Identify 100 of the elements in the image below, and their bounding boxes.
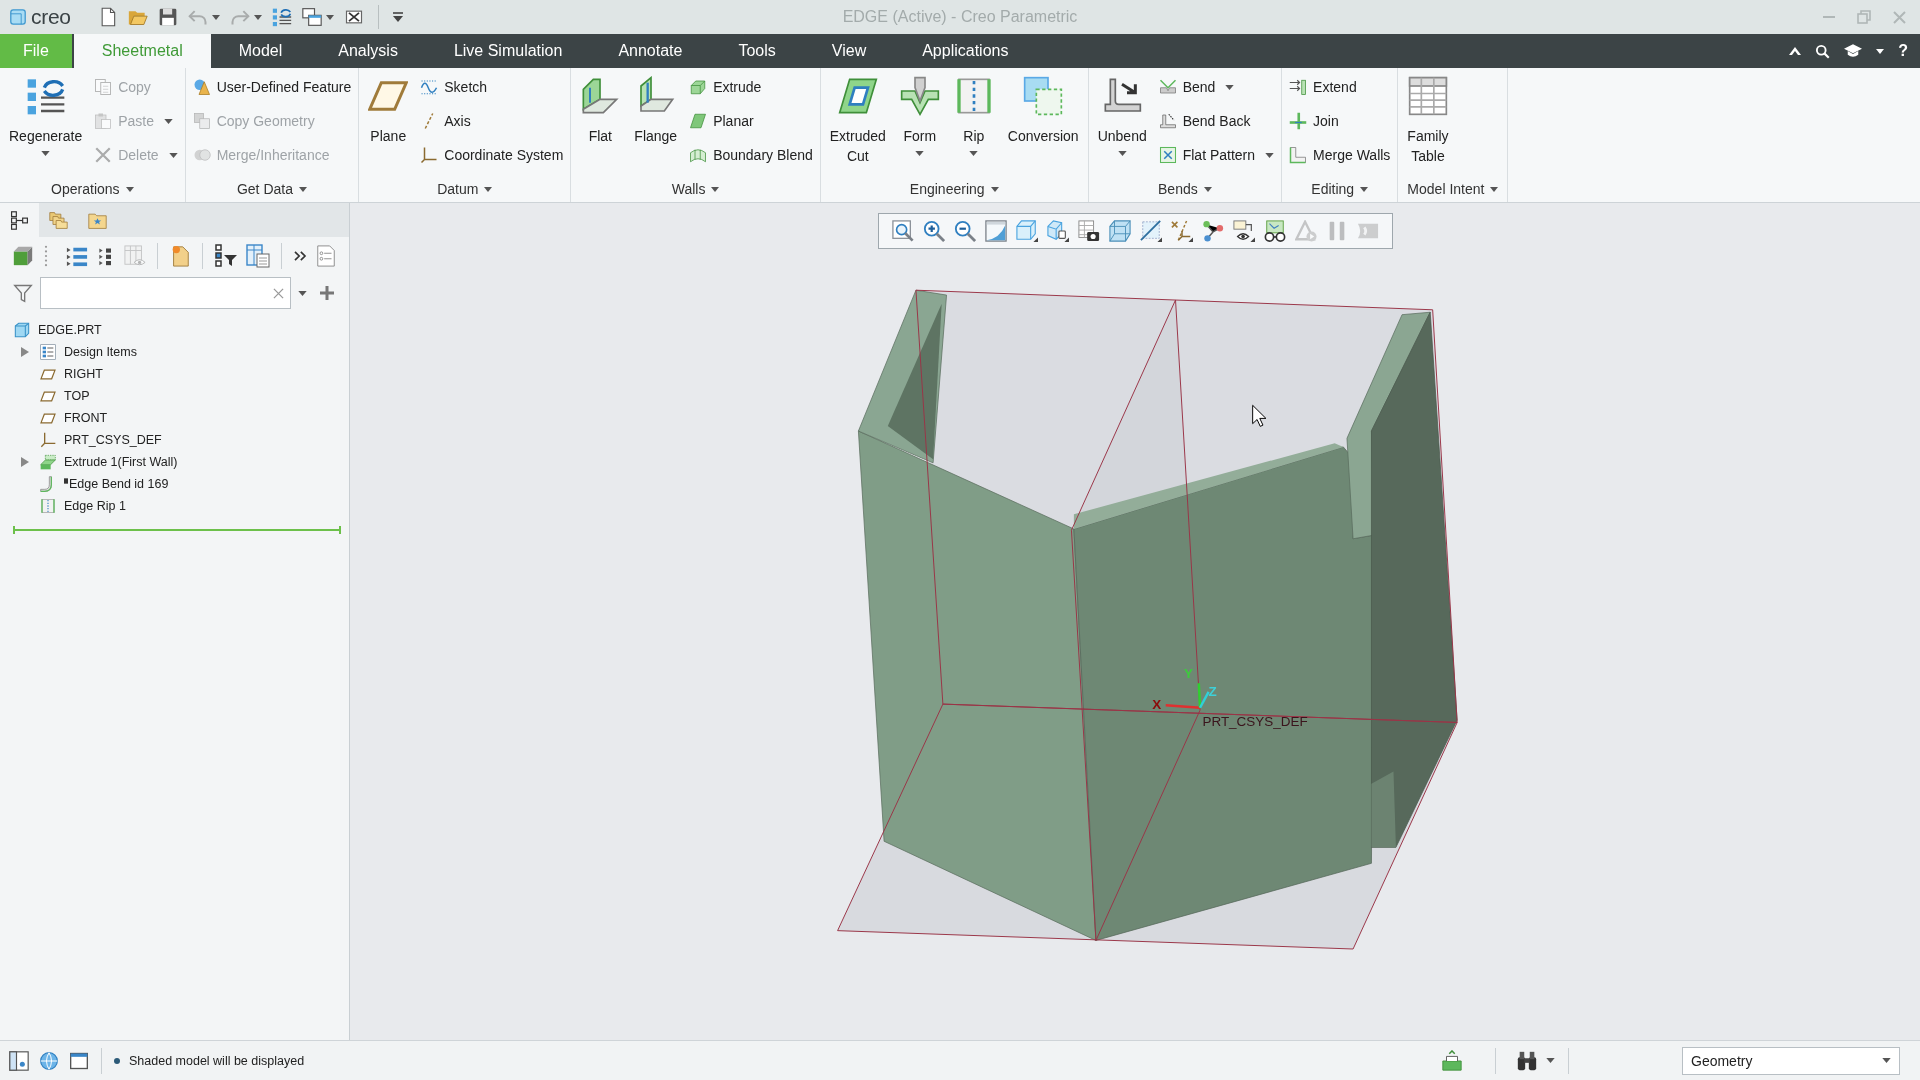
axis-label: Z <box>1208 683 1217 699</box>
group-menu-button[interactable]: Operations <box>45 176 140 202</box>
tree-item[interactable]: Edge Rip 1 <box>40 498 126 514</box>
tray-arrow-icon[interactable] <box>1441 1049 1463 1072</box>
group-menu-button[interactable]: Model Intent <box>1401 176 1505 202</box>
flat-pattern-icon <box>1158 146 1177 164</box>
eye-display-icon[interactable] <box>1232 220 1255 242</box>
zoom-in-icon[interactable] <box>922 220 945 242</box>
stacked-windows-icon[interactable] <box>301 7 322 27</box>
group-menu-button[interactable]: Editing <box>1305 176 1375 202</box>
coordinate-system-label: PRT_CSYS_DEF <box>1202 714 1308 730</box>
filter-icon[interactable] <box>13 283 33 303</box>
ribbon-button[interactable]: Sketch <box>416 70 568 104</box>
tree-item[interactable]: FRONT <box>40 411 108 425</box>
ribbon-button[interactable]: Bend <box>1154 70 1279 104</box>
menu-tab[interactable]: Live Simulation <box>425 34 591 68</box>
table-camera-icon[interactable] <box>1077 220 1100 242</box>
ribbon-button[interactable]: User-Defined Feature <box>188 70 356 104</box>
wire-box-icon[interactable] <box>1108 220 1131 242</box>
ribbon-button[interactable]: Rip <box>947 70 1000 156</box>
ribbon-button[interactable]: Family Table <box>1401 70 1455 166</box>
tree-item[interactable]: EDGE.PRT <box>14 322 102 338</box>
ribbon-button[interactable]: Extend <box>1285 70 1395 104</box>
ribbon-button[interactable]: Flat <box>574 70 627 146</box>
list-expand-icon[interactable] <box>66 245 88 267</box>
expand-arrow-icon[interactable] <box>21 347 29 357</box>
menu-tab[interactable]: Model <box>210 34 311 68</box>
ribbon-button[interactable]: Flange <box>628 70 684 146</box>
group-menu-button[interactable]: Get Data <box>230 176 313 202</box>
blank-window-icon[interactable] <box>69 1050 89 1071</box>
plus-icon[interactable] <box>320 286 334 300</box>
ribbon-button[interactable]: Coordinate System <box>416 138 568 172</box>
help-button[interactable]: ? <box>1898 42 1908 60</box>
tree-item[interactable]: Extrude 1(First Wall) <box>40 454 178 470</box>
ribbon-button[interactable]: Merge Walls <box>1285 138 1395 172</box>
caret-icon[interactable] <box>325 14 334 20</box>
node-branches-icon[interactable] <box>1201 220 1224 242</box>
ribbon-button[interactable]: Plane <box>362 70 415 146</box>
table-doc-icon[interactable] <box>246 244 270 268</box>
group-menu-button[interactable]: Engineering <box>903 176 1005 202</box>
ribbon-button[interactable]: Boundary Blend <box>685 138 817 172</box>
chevron-up-icon[interactable] <box>1789 47 1802 55</box>
cube-icon[interactable] <box>12 245 34 267</box>
shaded-cube-icon[interactable] <box>1015 220 1038 242</box>
diagonal-plane-icon[interactable] <box>1139 220 1162 242</box>
double-chevron-icon[interactable] <box>293 251 307 261</box>
ribbon-button[interactable]: Join <box>1285 104 1395 138</box>
tree-filter-icon[interactable] <box>214 244 238 268</box>
group-menu-button[interactable]: Walls <box>665 176 726 202</box>
tree-item[interactable]: Design Items <box>40 344 137 360</box>
menu-tab[interactable]: Tools <box>710 34 804 68</box>
search-icon[interactable] <box>1815 43 1831 59</box>
clear-icon[interactable] <box>273 287 284 299</box>
cube-conversion-icon <box>1023 76 1064 116</box>
expand-arrow-icon[interactable] <box>21 457 29 467</box>
ribbon-button[interactable]: Form <box>893 70 946 156</box>
datum-axes-icon[interactable] <box>1170 220 1193 242</box>
customize-caret-icon[interactable] <box>392 12 403 22</box>
menu-tab[interactable]: Applications <box>894 34 1037 68</box>
panel-tab[interactable] <box>0 203 39 237</box>
bent-sheet-icon <box>1158 112 1177 130</box>
caret-icon <box>168 152 178 158</box>
graduation-cap-icon[interactable] <box>1844 44 1863 58</box>
group-menu-button[interactable]: Bends <box>1152 176 1218 202</box>
cube-lock-icon[interactable] <box>1046 220 1069 242</box>
caret-icon[interactable] <box>298 290 307 296</box>
list-arrows-icon[interactable] <box>271 7 292 27</box>
menu-tab[interactable]: Analysis <box>310 34 426 68</box>
ribbon-button[interactable]: Conversion <box>1001 70 1085 146</box>
window-title: EDGE (Active) - Creo Parametric <box>842 8 1078 26</box>
app-logo: creo <box>31 5 71 29</box>
selection-filter-dropdown[interactable]: Geometry <box>1682 1046 1900 1075</box>
ribbon-button[interactable]: Flat Pattern <box>1154 138 1279 172</box>
group-menu-button[interactable]: Datum <box>431 176 499 202</box>
ribbon-button[interactable]: Regenerate <box>3 70 89 156</box>
panel-toggle-icon[interactable] <box>9 1050 29 1071</box>
binoculars-icon[interactable] <box>1516 1049 1538 1072</box>
tree-search-field[interactable] <box>40 277 291 309</box>
diagonal-panel-icon[interactable] <box>984 220 1007 242</box>
caret-icon[interactable] <box>1876 48 1885 54</box>
glasses-icon[interactable] <box>1263 220 1286 242</box>
ribbon-button[interactable]: Unbend <box>1091 70 1153 156</box>
caret-icon <box>1360 186 1369 192</box>
ribbon-button[interactable]: Extrude <box>685 70 817 104</box>
menu-tab[interactable]: View <box>803 34 895 68</box>
ribbon-button[interactable]: Axis <box>416 104 568 138</box>
ribbon-button[interactable]: Extruded Cut <box>823 70 892 166</box>
tree-item[interactable]: Edge Bend id 169 <box>40 476 169 492</box>
ribbon-button[interactable]: Planar <box>685 104 817 138</box>
menu-tab[interactable]: Annotate <box>590 34 711 68</box>
tree-item[interactable]: PRT_CSYS_DEF <box>40 432 162 448</box>
tree-item[interactable]: TOP <box>40 389 90 403</box>
ribbon-button[interactable]: Bend Back <box>1154 104 1279 138</box>
tree-item[interactable]: RIGHT <box>40 367 103 381</box>
caret-icon[interactable] <box>1546 1058 1555 1063</box>
axis-label: Y <box>1184 666 1194 682</box>
framed-magnifier-icon[interactable] <box>891 220 914 242</box>
globe-icon[interactable] <box>39 1050 59 1071</box>
save-icon[interactable] <box>157 7 178 27</box>
zoom-out-icon[interactable] <box>953 220 976 242</box>
